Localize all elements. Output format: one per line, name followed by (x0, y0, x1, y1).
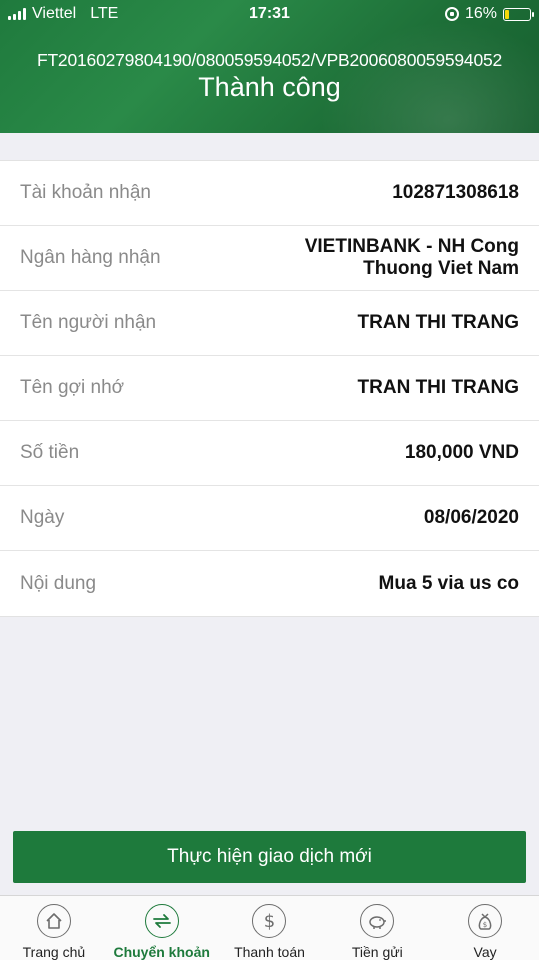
detail-label: Tên gợi nhớ (20, 377, 125, 398)
detail-value: VIETINBANK - NH Cong Thuong Viet Nam (304, 236, 519, 279)
piggy-bank-icon (360, 904, 395, 938)
orientation-lock-icon (444, 7, 459, 21)
detail-value: 08/06/2020 (423, 507, 519, 528)
tab-transfer[interactable]: Chuyển khoản (108, 896, 216, 960)
tab-loan[interactable]: $ Vay (431, 896, 539, 960)
detail-row-nickname: Tên gợi nhớ TRAN THI TRANG (0, 356, 539, 421)
transfer-icon (144, 904, 179, 938)
tab-payment[interactable]: $ Thanh toán (216, 896, 324, 960)
tab-home[interactable]: Trang chủ (0, 896, 108, 960)
detail-value: 102871308618 (392, 182, 519, 203)
header: Viettel LTE 17:31 16% FT20160279804190/0… (0, 0, 539, 133)
detail-value: TRAN THI TRANG (357, 312, 519, 333)
detail-row-amount: Số tiền 180,000 VND (0, 421, 539, 486)
detail-row-content: Nội dung Mua 5 via us co (0, 551, 539, 616)
detail-label: Tên người nhận (20, 312, 157, 333)
battery-percent: 16% (464, 5, 497, 22)
transaction-reference: FT20160279804190/080059594052/VPB2006080… (36, 50, 503, 70)
dollar-icon: $ (252, 904, 287, 938)
new-transaction-button[interactable]: Thực hiện giao dịch mới (13, 831, 526, 883)
detail-row-recipient-name: Tên người nhận TRAN THI TRANG (0, 291, 539, 356)
tab-label: Thanh toán (234, 944, 305, 960)
detail-value: Mua 5 via us co (378, 572, 519, 594)
detail-row-bank: Ngân hàng nhận VIETINBANK - NH Cong Thuo… (0, 226, 539, 291)
tab-label: Tiền gửi (351, 944, 403, 960)
detail-row-date: Ngày 08/06/2020 (0, 486, 539, 551)
bottom-tab-bar: Trang chủ Chuyển khoản $ Thanh toán Tiền… (0, 895, 539, 960)
detail-value: TRAN THI TRANG (357, 377, 519, 398)
battery-icon (503, 7, 534, 21)
detail-label: Ngày (20, 507, 65, 528)
tab-label: Chuyển khoản (113, 944, 210, 960)
detail-label: Tài khoản nhận (20, 182, 151, 203)
detail-row-account: Tài khoản nhận 102871308618 (0, 161, 539, 226)
home-icon (36, 904, 71, 938)
status-bar: Viettel LTE 17:31 16% (0, 0, 539, 28)
money-bag-icon: $ (468, 904, 503, 938)
tab-label: Vay (473, 944, 497, 960)
transaction-details: Tài khoản nhận 102871308618 Ngân hàng nh… (0, 160, 539, 617)
detail-value: 180,000 VND (404, 442, 519, 463)
detail-label: Nội dung (20, 572, 97, 594)
detail-label: Ngân hàng nhận (20, 247, 161, 268)
svg-text:$: $ (483, 921, 487, 929)
detail-label: Số tiền (20, 442, 80, 463)
page-title: Thành công (198, 72, 341, 102)
tab-label: Trang chủ (22, 944, 86, 960)
tab-deposit[interactable]: Tiền gửi (323, 896, 431, 960)
